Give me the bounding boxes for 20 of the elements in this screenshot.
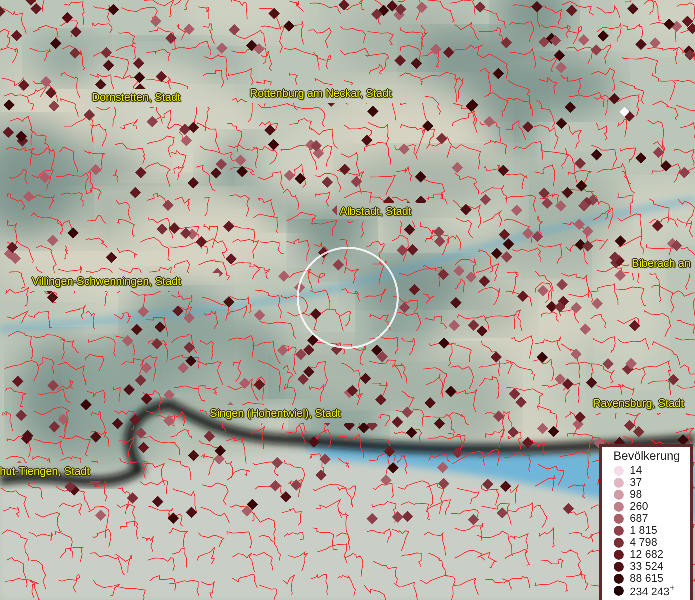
legend-label: 33 524 xyxy=(630,561,664,573)
place-label: hut-Tiengen, Stadt xyxy=(0,465,90,479)
legend-title: Bevölkerung xyxy=(612,449,682,463)
legend-label: 98 xyxy=(630,489,642,501)
legend-label: 12 682 xyxy=(630,549,664,561)
place-label: Dornstetten, Stadt xyxy=(92,91,181,105)
place-label: Ravensburg, Stadt xyxy=(593,397,684,411)
legend-label: 37 xyxy=(630,477,642,489)
legend-label: 1 815 xyxy=(630,525,658,537)
legend-label: 260 xyxy=(630,501,648,513)
legend-label: 234 243$^{+}$ xyxy=(630,583,676,599)
legend-label: 4 798 xyxy=(630,537,658,549)
place-label: Albstadt, Stadt xyxy=(340,205,412,219)
legend-label: 88 615 xyxy=(630,573,664,585)
place-label: Singen (Hohentwiel), Stadt xyxy=(210,407,341,421)
place-label: Biberach an xyxy=(632,257,691,271)
legend-label: 687 xyxy=(630,513,648,525)
legend-label: 14 xyxy=(630,465,642,477)
place-label: Rottenburg am Neckar, Stadt xyxy=(250,87,392,101)
place-label: Villingen-Schwenningen, Stadt xyxy=(32,275,182,289)
